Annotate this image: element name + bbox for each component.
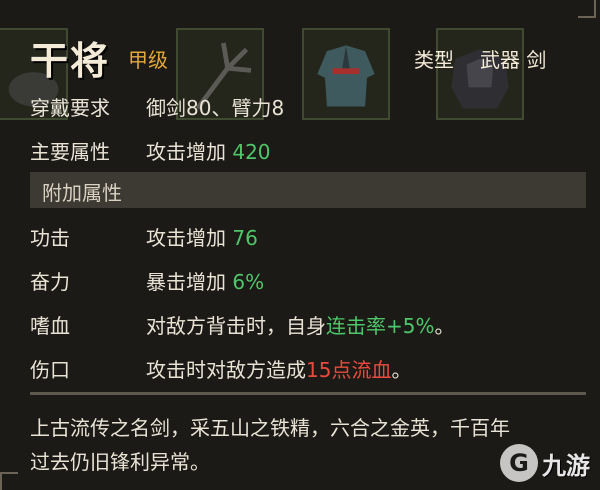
divider xyxy=(30,392,586,395)
extra-attribute-suffix: 。 xyxy=(434,314,455,338)
extra-attribute-text: 对敌方背击时，自身 xyxy=(146,314,326,338)
extra-attribute-label: 伤口 xyxy=(30,358,70,382)
requirement-row: 穿戴要求 御剑80、臂力8 xyxy=(0,88,600,122)
extra-attributes-title: 附加属性 xyxy=(42,181,122,205)
extra-attribute-number: 6% xyxy=(232,270,265,294)
item-type-label: 类型 xyxy=(414,48,454,72)
extra-attribute-text: 攻击时对敌方造成 xyxy=(146,358,306,382)
item-grade: 甲级 xyxy=(128,48,168,72)
item-name: 干将 xyxy=(30,39,111,83)
extra-attribute-label: 嗜血 xyxy=(30,314,70,338)
extra-attribute-label: 奋力 xyxy=(30,270,70,294)
main-attribute-number: 420 xyxy=(232,140,271,164)
watermark: G 九游 xyxy=(500,444,590,482)
item-type-value: 武器 剑 xyxy=(480,48,547,72)
extra-attribute-value: 攻击增加 76 xyxy=(146,222,258,251)
watermark-logo-icon: G xyxy=(500,444,538,482)
extra-attribute-highlight: 连击率+5% xyxy=(326,314,435,338)
corner-decoration xyxy=(578,0,596,18)
extra-attribute-suffix: 。 xyxy=(391,358,412,382)
extra-attribute-row: 伤口 攻击时对敌方造成15点流血。 xyxy=(0,350,600,384)
extra-attribute-value: 暴击增加 6% xyxy=(146,266,264,295)
corner-decoration xyxy=(0,472,18,490)
extra-attribute-value: 攻击时对敌方造成15点流血。 xyxy=(146,354,411,383)
main-attribute-text: 攻击增加 xyxy=(146,140,233,164)
extra-attribute-value: 对敌方背击时，自身连击率+5%。 xyxy=(146,310,455,339)
extra-attribute-text: 暴击增加 xyxy=(146,270,233,294)
extra-attribute-text: 攻击增加 xyxy=(146,226,233,250)
requirement-label: 穿戴要求 xyxy=(30,96,110,120)
extra-attribute-highlight: 15点流血 xyxy=(306,358,392,382)
main-attribute-label: 主要属性 xyxy=(30,140,110,164)
extra-attribute-label: 功击 xyxy=(30,226,70,250)
requirement-value: 御剑80、臂力8 xyxy=(146,96,285,120)
item-tooltip: 干将 甲级 类型 武器 剑 穿戴要求 御剑80、臂力8 主要属性 攻击增加 42… xyxy=(0,0,600,490)
main-attribute-row: 主要属性 攻击增加 420 xyxy=(0,132,600,166)
extra-attribute-row: 功击 攻击增加 76 xyxy=(0,218,600,252)
watermark-text: 九游 xyxy=(542,451,590,480)
main-attribute-value: 攻击增加 420 xyxy=(146,136,271,165)
extra-attribute-row: 嗜血 对敌方背击时，自身连击率+5%。 xyxy=(0,306,600,340)
extra-attribute-row: 奋力 暴击增加 6% xyxy=(0,262,600,296)
item-description-line: 上古流传之名剑，采五山之铁精，六合之金英，千百年 xyxy=(30,416,510,440)
extra-attribute-number: 76 xyxy=(232,226,258,250)
extra-attributes-header: 附加属性 xyxy=(30,172,586,208)
